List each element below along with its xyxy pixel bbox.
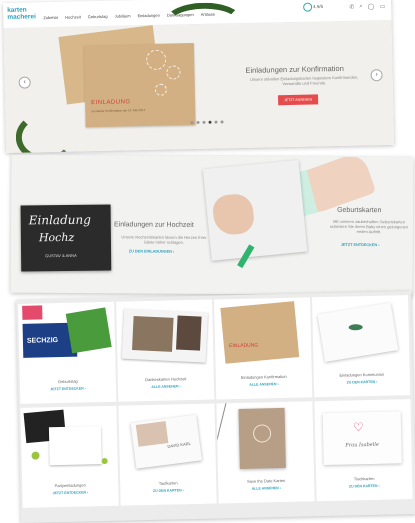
slider-pagination — [190, 120, 224, 125]
pink-card-image — [22, 305, 43, 320]
category-name: Einladungen Kommunion — [339, 371, 385, 378]
place-card-text: Frau Isabelle — [345, 441, 379, 449]
slider-dot[interactable] — [214, 120, 218, 124]
green-card-image — [65, 307, 112, 354]
chalk-text-line-2: Hochz — [38, 230, 75, 245]
category-name: Dankeskarten Hochzeit — [145, 376, 187, 383]
cart-icon[interactable]: ▭ — [379, 3, 385, 10]
confetti-dot — [31, 451, 40, 460]
category-link[interactable]: JETZT ENTDECKEN › — [20, 386, 116, 392]
category-grid: SECHZIG Geburtstag JETZT ENTDECKEN › Dan… — [16, 291, 415, 523]
hero-title: Einladungen zur Konfirmation — [245, 63, 344, 75]
slider-dot[interactable] — [190, 121, 194, 125]
category-name: Tischkarten — [353, 475, 375, 482]
birthday-card-text: SECHZIG — [26, 337, 59, 345]
category-tile-save-the-date[interactable]: Save the Date Karten ALLE ANSEHEN › — [216, 401, 315, 504]
nav-item-zubehoer[interactable]: Zubehör — [43, 15, 58, 20]
category-link[interactable]: JETZT ENTDECKEN › — [22, 490, 118, 496]
category-link[interactable]: ZU DEN KARTEN › — [120, 488, 216, 494]
card-subtitle-text: zu meiner Konfirmation am 14. Mai 2017 — [91, 108, 146, 114]
category-tile-dankeskarten-hochzeit[interactable]: Dankeskarten Hochzeit ALLE ANSEHEN › — [116, 299, 215, 402]
dandelion-decoration — [166, 65, 181, 80]
communion-card-image — [317, 302, 399, 362]
hero-cta-button[interactable]: JETZT ANSEHEN — [277, 94, 319, 106]
category-tile-einladungen-kommunion[interactable]: Einladungen Kommunion ZU DEN KARTEN › — [312, 295, 411, 398]
logo-line-2: macherei — [7, 13, 36, 21]
category-tile-geburtstag[interactable]: SECHZIG Geburtstag JETZT ENTDECKEN › — [18, 301, 117, 404]
site-logo[interactable]: karten macherei — [7, 6, 36, 21]
category-name: Save the Date Karten — [246, 477, 286, 484]
account-icon[interactable]: ◯ — [368, 3, 375, 10]
dandelion-decoration — [154, 83, 167, 96]
nav-item-jubilaeum[interactable]: Jubiläum — [115, 13, 131, 18]
slider-next-button[interactable]: › — [370, 69, 383, 82]
wedding-promo-text: Unsere Hochzeitskarten lassen die Herzen… — [121, 234, 207, 245]
browser-canvas: karten macherei Zubehör Hochzeit Geburts… — [0, 0, 415, 523]
nav-item-einladungen[interactable]: Einladungen — [138, 13, 160, 18]
wedding-promo-title: Einladungen zur Hochzeit — [113, 221, 194, 229]
rating-widget[interactable]: 4.9/5 — [302, 2, 324, 12]
slider-prev-button[interactable]: ‹ — [18, 76, 31, 89]
homepage-top-section: karten macherei Zubehör Hochzeit Geburts… — [3, 0, 395, 153]
category-name: Taufkarten — [158, 480, 178, 486]
category-name: Einladungen Konfirmation — [240, 373, 287, 380]
promo-section: Einladung Hochz GUSTAV & ANNA Einladunge… — [10, 154, 414, 296]
rating-score: 4.9/5 — [313, 3, 324, 10]
confetti-dot — [101, 457, 108, 465]
baby-photo — [211, 192, 256, 237]
category-tile-taufkarten[interactable]: DAVID KARL Taufkarten ZU DEN KARTEN › — [118, 403, 217, 506]
birth-promo-text: Mit unseren zauberhaften Geburtskarten s… — [329, 218, 409, 235]
nav-item-geburtstag[interactable]: Geburtstag — [88, 14, 108, 19]
invitation-card-image: EINLADUNG zu meiner Konfirmation am 14. … — [83, 43, 196, 128]
wedding-promo-link[interactable]: ZU DEN EINLADUNGEN › — [129, 249, 174, 253]
category-link[interactable]: ALLE ANSEHEN › — [118, 384, 214, 390]
wedding-couple-photo — [132, 315, 174, 352]
category-name: Geburtstag — [57, 378, 78, 385]
phone-icon[interactable]: ✆ — [349, 4, 354, 11]
dandelion-decoration — [146, 49, 167, 71]
kraft-card-text: EINLADUNG — [229, 342, 259, 350]
chalk-text-line-3: GUSTAV & ANNA — [45, 252, 77, 259]
party-card-light-image — [48, 426, 102, 466]
category-tile-einladungen-konfirmation[interactable]: EINLADUNG Einladungen Konfirmation ALLE … — [214, 297, 313, 400]
category-link[interactable]: ZU DEN KARTEN › — [314, 379, 410, 385]
heart-icon: ♡ — [352, 420, 364, 435]
slider-dot[interactable] — [202, 120, 206, 124]
hero-slider: EINLADUNG zu meiner Konfirmation am 14. … — [3, 1, 395, 153]
wreath-top-decoration — [163, 1, 244, 44]
wedding-chalkboard-card-image[interactable]: Einladung Hochz GUSTAV & ANNA — [20, 204, 112, 272]
birth-promo-link[interactable]: JETZT ENTDECKEN › — [341, 243, 380, 247]
rating-badge-icon — [302, 2, 312, 12]
birth-promo-title: Geburtskarten — [337, 206, 382, 215]
header-icons: ✆ ⌕ ◯ ▭ — [349, 3, 385, 11]
wreath-bottom-decoration — [15, 111, 77, 153]
slider-dot[interactable] — [208, 120, 212, 124]
category-link[interactable]: ALLE ANSEHEN › — [216, 381, 312, 387]
wedding-couple-photo-2 — [176, 315, 202, 351]
slider-dot[interactable] — [220, 120, 224, 124]
category-name: Partyeinladungen — [54, 482, 86, 489]
slider-dot[interactable] — [196, 120, 200, 124]
chalk-text-line-1: Einladung — [28, 212, 91, 228]
kraft-card-image — [220, 301, 300, 364]
birth-announcement-card-image[interactable] — [202, 159, 308, 261]
category-link[interactable]: ZU DEN KARTEN › — [316, 483, 412, 489]
chevron-left-icon: ‹ — [23, 78, 26, 86]
hero-description: Unsere stilvollen Einladungskarten begei… — [249, 74, 359, 87]
nav-item-hochzeit[interactable]: Hochzeit — [65, 14, 81, 19]
search-icon[interactable]: ⌕ — [359, 3, 363, 10]
category-link[interactable]: ALLE ANSEHEN › — [218, 485, 314, 491]
category-tile-tischkarten[interactable]: ♡ Frau Isabelle Tischkarten ZU DEN KARTE… — [314, 399, 413, 502]
card-invitation-text: EINLADUNG — [91, 99, 131, 107]
category-tile-partyeinladungen[interactable]: Partyeinladungen JETZT ENTDECKEN › — [20, 405, 119, 508]
chevron-right-icon: › — [375, 71, 378, 79]
baby-photo — [135, 421, 169, 447]
